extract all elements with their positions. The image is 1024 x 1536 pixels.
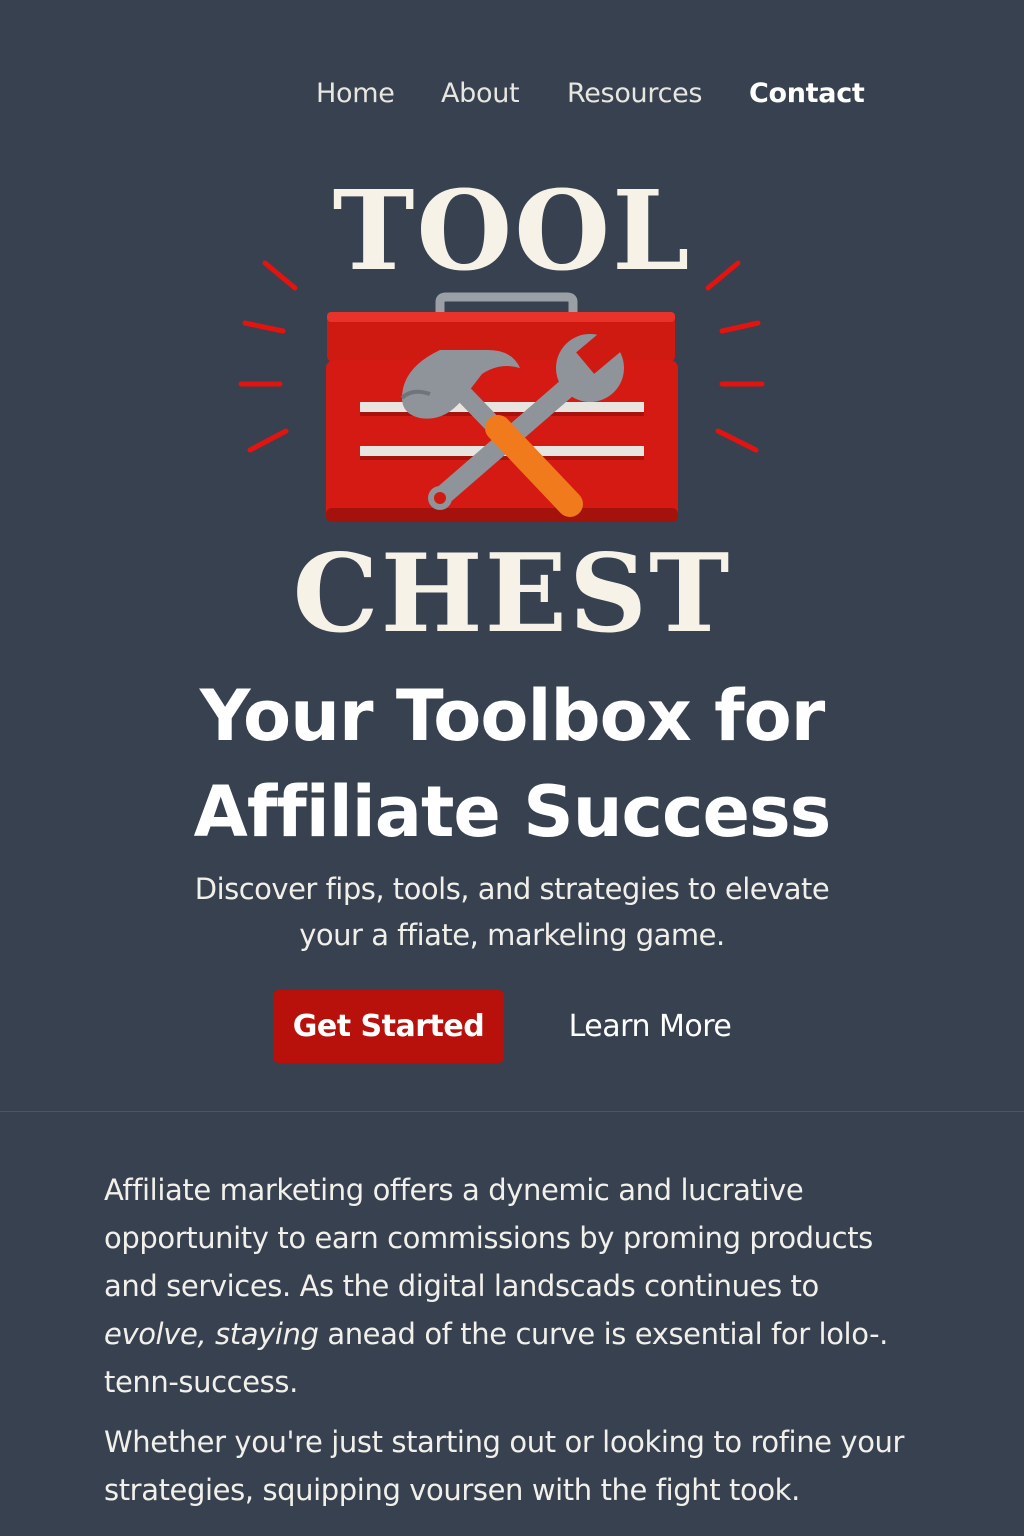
- hero-headline: Your Toolbox for Affiliate Success: [0, 668, 1024, 860]
- learn-more-button[interactable]: Learn More: [540, 990, 760, 1063]
- paragraph-line: strategies, squipping voursen with the f…: [104, 1473, 800, 1507]
- logo-word-bottom: CHEST: [292, 531, 732, 657]
- intro-paragraph-2: Whether you're just starting out or look…: [104, 1418, 934, 1514]
- nav-about[interactable]: About: [441, 78, 520, 109]
- paragraph-line: Affiliate marketing offers a dynemic and…: [104, 1173, 804, 1207]
- section-divider: [0, 1111, 1024, 1112]
- top-nav: Home About Resources Contact: [0, 78, 1024, 118]
- nav-resources[interactable]: Resources: [567, 78, 702, 109]
- italic-phrase: evolve, staying: [104, 1317, 319, 1351]
- headline-line-1: Your Toolbox for: [199, 675, 826, 757]
- paragraph-line: opportunity to earn commissions by promi…: [104, 1221, 873, 1255]
- subtext-line-2: your a ffiate, markeling game.: [299, 918, 725, 952]
- paragraph-line: tenn-success.: [104, 1365, 298, 1399]
- get-started-button[interactable]: Get Started: [273, 990, 504, 1063]
- intro-paragraph-1: Affiliate marketing offers a dynemic and…: [104, 1166, 934, 1406]
- burst-lines-right-icon: [705, 260, 765, 453]
- toolbox-hammer-wrench-icon: [238, 260, 765, 522]
- paragraph-line-rest: anead of the curve is exsential for lolo…: [318, 1317, 888, 1351]
- headline-line-2: Affiliate Success: [193, 771, 832, 853]
- paragraph-line: evolve, staying anead of the curve is ex…: [104, 1310, 934, 1358]
- paragraph-line: and services. As the digital landscads c…: [104, 1269, 819, 1303]
- paragraph-line: Whether you're just starting out or look…: [104, 1425, 905, 1459]
- subtext-line-1: Discover fips, tools, and strategies to …: [194, 872, 830, 906]
- burst-lines-left-icon: [238, 260, 298, 453]
- intro-content: Affiliate marketing offers a dynemic and…: [104, 1166, 934, 1526]
- hero-subtext: Discover fips, tools, and strategies to …: [0, 866, 1024, 958]
- nav-contact[interactable]: Contact: [749, 78, 865, 109]
- nav-home[interactable]: Home: [316, 78, 395, 109]
- landing-page: Home About Resources Contact TOOL CHEST …: [0, 0, 1024, 1536]
